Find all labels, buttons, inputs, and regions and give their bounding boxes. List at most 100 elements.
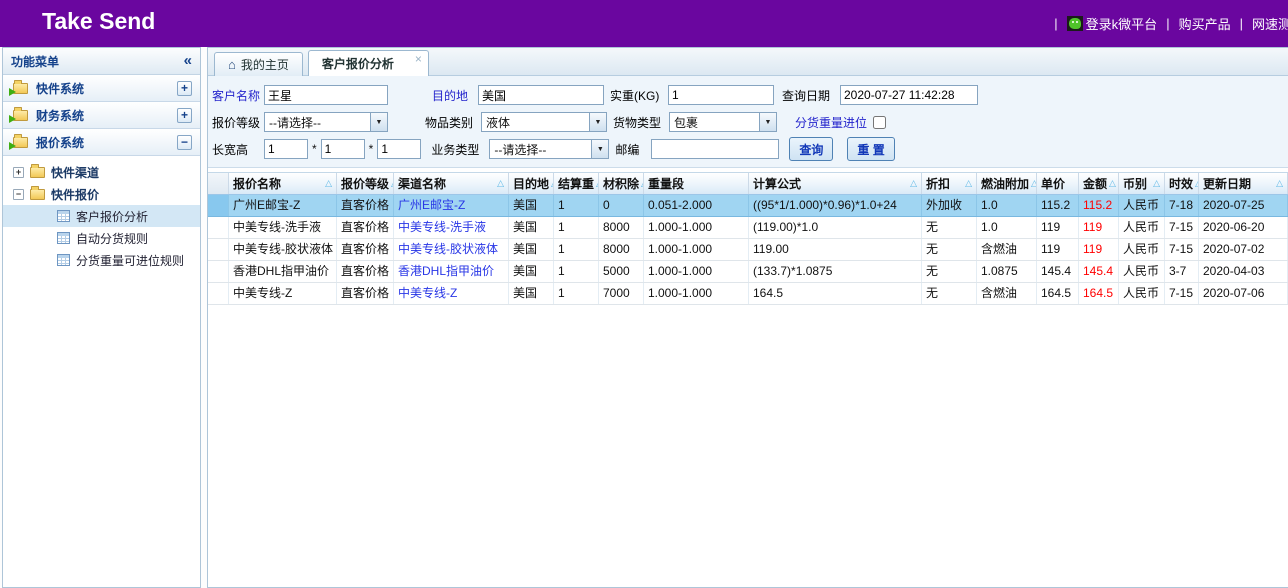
tree-expander-icon[interactable]: − <box>13 189 24 200</box>
cell-formula: (133.7)*1.0875 <box>749 261 922 282</box>
page-body: 功能菜单 « 快件系统 + 财务系统 + 报价系统 − + 快件渠道 − <box>0 47 1288 588</box>
expand-toggle-button[interactable]: + <box>177 108 192 123</box>
buy-product-link[interactable]: 购买产品 <box>1179 14 1231 33</box>
table-row[interactable]: 广州E邮宝-Z直客价格广州E邮宝-Z美国100.051-2.000((95*1/… <box>208 195 1288 217</box>
collapse-toggle-button[interactable]: − <box>177 135 192 150</box>
cell-quote_name: 香港DHL指甲油价 <box>229 261 337 282</box>
table-row[interactable]: 香港DHL指甲油价直客价格香港DHL指甲油价美国150001.000-1.000… <box>208 261 1288 283</box>
tree-node-express-quote[interactable]: − 快件报价 <box>3 183 200 205</box>
column-label: 材积除 <box>603 175 639 192</box>
cell-currency: 人民币 <box>1119 239 1165 260</box>
folder-arrow-icon <box>9 142 16 150</box>
table-row[interactable]: 中美专线-胶状液体直客价格中美专线-胶状液体美国180001.000-1.000… <box>208 239 1288 261</box>
chevron-down-icon[interactable]: ▼ <box>370 113 387 131</box>
width-input[interactable] <box>321 139 365 159</box>
cell-currency: 人民币 <box>1119 261 1165 282</box>
length-input[interactable] <box>264 139 308 159</box>
table-header-row: 报价名称△报价等级△渠道名称△目的地△结算重△材积除△重量段计算公式△折扣△燃油… <box>208 172 1288 195</box>
channel-link[interactable]: 广州E邮宝-Z <box>398 198 465 212</box>
tab-customer-quote-analysis[interactable]: 客户报价分析 × <box>308 50 429 76</box>
cell-discount: 无 <box>922 261 977 282</box>
chevron-down-icon[interactable]: ▼ <box>591 140 608 158</box>
row-selector <box>208 239 229 260</box>
sidebar: 功能菜单 « 快件系统 + 财务系统 + 报价系统 − + 快件渠道 − <box>2 47 201 588</box>
column-label: 币别 <box>1123 175 1147 192</box>
channel-link[interactable]: 中美专线-胶状液体 <box>398 242 498 256</box>
table-row[interactable]: 中美专线-洗手液直客价格中美专线-洗手液美国180001.000-1.000(1… <box>208 217 1288 239</box>
column-header-transit_time[interactable]: 时效△ <box>1165 173 1199 194</box>
chevron-down-icon[interactable]: ▼ <box>589 113 606 131</box>
column-label: 计算公式 <box>753 175 801 192</box>
column-label: 报价等级 <box>341 175 389 192</box>
column-header-settle_weight[interactable]: 结算重△ <box>554 173 599 194</box>
quote-level-select[interactable]: --请选择-- ▼ <box>264 112 388 132</box>
postcode-input[interactable] <box>651 139 779 159</box>
cell-update_date: 2020-06-20 <box>1199 217 1288 238</box>
folder-icon <box>30 189 45 200</box>
tree-leaf-customer-quote-analysis[interactable]: 客户报价分析 <box>3 205 200 227</box>
cell-quote_level: 直客价格 <box>337 261 394 282</box>
business-type-select[interactable]: --请选择-- ▼ <box>489 139 609 159</box>
sidebar-section-express-system[interactable]: 快件系统 + <box>3 75 200 102</box>
item-category-select[interactable]: 液体 ▼ <box>481 112 607 132</box>
column-header-quote_name[interactable]: 报价名称△ <box>229 173 337 194</box>
customer-name-input[interactable] <box>264 85 388 105</box>
login-kwei-link[interactable]: 登录k微平台 <box>1067 14 1158 33</box>
cargo-type-select[interactable]: 包裹 ▼ <box>669 112 777 132</box>
cell-channel_name: 中美专线-洗手液 <box>394 217 509 238</box>
table-row[interactable]: 中美专线-Z直客价格中美专线-Z美国170001.000-1.000164.5无… <box>208 283 1288 305</box>
query-date-input[interactable] <box>840 85 978 105</box>
sidebar-tree: + 快件渠道 − 快件报价 客户报价分析 自动分货规则 分货重量可进位规则 <box>3 156 200 587</box>
cell-formula: 119.00 <box>749 239 922 260</box>
tree-node-express-channel[interactable]: + 快件渠道 <box>3 161 200 183</box>
sidebar-section-finance-system[interactable]: 财务系统 + <box>3 102 200 129</box>
column-header-update_date[interactable]: 更新日期△ <box>1199 173 1288 194</box>
dimensions-label: 长宽高 <box>212 141 264 158</box>
collapse-sidebar-icon[interactable]: « <box>184 54 192 68</box>
height-input[interactable] <box>377 139 421 159</box>
sort-icon: △ <box>1276 178 1283 189</box>
channel-link[interactable]: 香港DHL指甲油价 <box>398 264 494 278</box>
split-weight-carry-checkbox[interactable] <box>873 116 886 129</box>
cell-transit_time: 7-15 <box>1165 217 1199 238</box>
table-icon <box>57 232 70 244</box>
tree-expander-icon[interactable]: + <box>13 167 24 178</box>
close-tab-icon[interactable]: × <box>415 52 422 66</box>
column-label: 目的地 <box>513 175 549 192</box>
column-header-volume_divisor[interactable]: 材积除△ <box>599 173 644 194</box>
tree-leaf-auto-split-rule[interactable]: 自动分货规则 <box>3 227 200 249</box>
cell-update_date: 2020-07-06 <box>1199 283 1288 304</box>
column-header-fuel_surcharge[interactable]: 燃油附加△ <box>977 173 1037 194</box>
actual-weight-input[interactable] <box>668 85 774 105</box>
channel-link[interactable]: 中美专线-洗手液 <box>398 220 486 234</box>
column-header-destination[interactable]: 目的地△ <box>509 173 554 194</box>
reset-button[interactable]: 重 置 <box>847 137 894 161</box>
main-panel: ⌂ 我的主页 客户报价分析 × 客户名称 目的地 实重(KG) 查询日期 <box>207 47 1288 588</box>
column-header-formula[interactable]: 计算公式△ <box>749 173 922 194</box>
channel-link[interactable]: 中美专线-Z <box>398 286 457 300</box>
sidebar-section-quote-system[interactable]: 报价系统 − <box>3 129 200 156</box>
column-label: 报价名称 <box>233 175 281 192</box>
column-header-quote_level[interactable]: 报价等级△ <box>337 173 394 194</box>
cargo-type-label: 货物类型 <box>613 114 665 131</box>
tab-bar: ⌂ 我的主页 客户报价分析 × <box>208 48 1288 76</box>
cell-quote_level: 直客价格 <box>337 195 394 216</box>
cell-fuel_surcharge: 含燃油 <box>977 283 1037 304</box>
speed-test-link[interactable]: 网速测试 <box>1252 14 1288 33</box>
column-header-channel_name[interactable]: 渠道名称△ <box>394 173 509 194</box>
chevron-down-icon[interactable]: ▼ <box>759 113 776 131</box>
column-header-amount[interactable]: 金额△ <box>1079 173 1119 194</box>
expand-toggle-button[interactable]: + <box>177 81 192 96</box>
column-label: 渠道名称 <box>398 175 446 192</box>
search-button[interactable]: 查询 <box>789 137 833 161</box>
tree-leaf-split-weight-carry-rule[interactable]: 分货重量可进位规则 <box>3 249 200 271</box>
cell-settle_weight: 1 <box>554 283 599 304</box>
destination-input[interactable] <box>478 85 604 105</box>
section-label: 财务系统 <box>36 107 84 124</box>
folder-arrow-icon <box>9 115 16 123</box>
column-header-currency[interactable]: 币别△ <box>1119 173 1165 194</box>
column-header-discount[interactable]: 折扣△ <box>922 173 977 194</box>
tree-node-label: 快件报价 <box>51 186 99 203</box>
tab-my-home[interactable]: ⌂ 我的主页 <box>214 52 303 76</box>
tree-node-label: 快件渠道 <box>51 164 99 181</box>
